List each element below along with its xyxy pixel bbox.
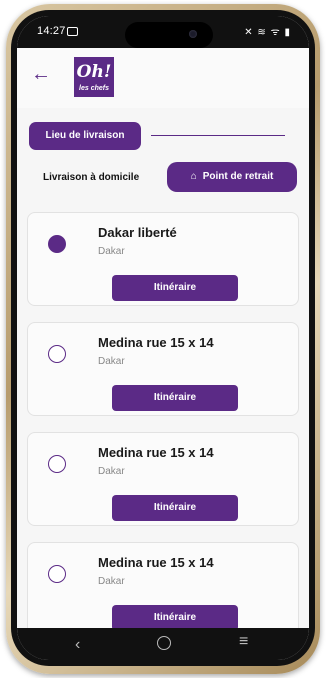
- home-icon: ⌂: [190, 171, 197, 182]
- radio-button[interactable]: [48, 345, 66, 363]
- location-name: Medina rue 15 x 14: [98, 555, 214, 570]
- tab-divider: [151, 135, 285, 136]
- home-delivery-option[interactable]: Livraison à domicile: [43, 172, 139, 183]
- location-card[interactable]: Medina rue 15 x 14 Dakar Itinéraire: [27, 322, 299, 416]
- pickup-point-button[interactable]: ⌂ Point de retrait: [167, 162, 297, 192]
- logo-main-text: Oh!: [76, 62, 112, 82]
- pickup-label: Point de retrait: [202, 171, 274, 182]
- status-icons: ✕ ≋ ᯤ ▮: [244, 27, 291, 38]
- location-card[interactable]: Medina rue 15 x 14 Dakar Itinéraire: [27, 542, 299, 636]
- system-nav-bar: ‹ ≡: [17, 628, 309, 660]
- nav-back-icon[interactable]: ‹: [75, 636, 80, 654]
- radio-button[interactable]: [48, 565, 66, 583]
- camera-icon: [189, 30, 197, 38]
- nav-menu-icon[interactable]: ≡: [239, 633, 248, 651]
- itinerary-button[interactable]: Itinéraire: [112, 495, 238, 521]
- tab-lieu-de-livraison[interactable]: Lieu de livraison: [29, 122, 141, 150]
- itinerary-button[interactable]: Itinéraire: [112, 385, 238, 411]
- location-card[interactable]: Medina rue 15 x 14 Dakar Itinéraire: [27, 432, 299, 526]
- app-logo: Oh! les chefs: [74, 57, 114, 97]
- logo-sub-text: les chefs: [79, 85, 109, 92]
- phone-bezel: 14:27 ✕ ≋ ᯤ ▮ ← Oh! les chefs Lieu de li…: [11, 10, 315, 666]
- itinerary-button[interactable]: Itinéraire: [112, 275, 238, 301]
- main-content: Lieu de livraison Livraison à domicile ⌂…: [17, 108, 309, 636]
- notification-icon: [67, 27, 78, 36]
- nav-home-icon[interactable]: [157, 636, 171, 650]
- back-arrow-icon[interactable]: ←: [31, 64, 51, 84]
- app-header: ← Oh! les chefs: [17, 48, 309, 108]
- location-name: Medina rue 15 x 14: [98, 445, 214, 460]
- location-name: Dakar liberté: [98, 225, 177, 240]
- camera-notch: [125, 22, 213, 48]
- location-city: Dakar: [98, 356, 125, 367]
- radio-button[interactable]: [48, 455, 66, 473]
- status-time: 14:27: [37, 25, 66, 37]
- location-city: Dakar: [98, 466, 125, 477]
- location-name: Medina rue 15 x 14: [98, 335, 214, 350]
- radio-button[interactable]: [48, 235, 66, 253]
- location-card[interactable]: Dakar liberté Dakar Itinéraire: [27, 212, 299, 306]
- location-city: Dakar: [98, 576, 125, 587]
- screen: 14:27 ✕ ≋ ᯤ ▮ ← Oh! les chefs Lieu de li…: [17, 16, 309, 660]
- location-city: Dakar: [98, 246, 125, 257]
